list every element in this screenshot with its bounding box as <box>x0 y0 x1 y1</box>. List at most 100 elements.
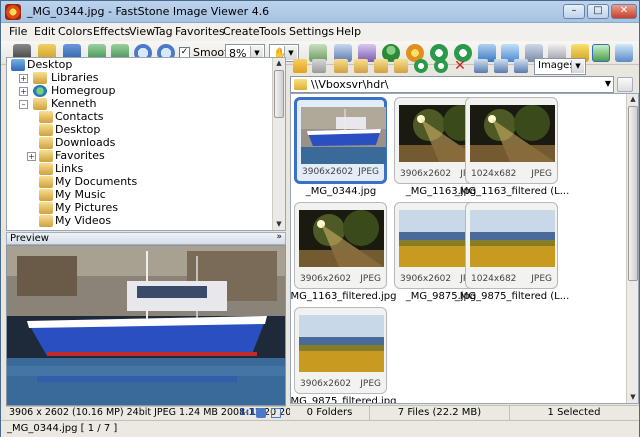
forward-arrow-icon[interactable] <box>312 59 326 73</box>
thumbnail-scroll-thumb[interactable] <box>628 106 638 281</box>
menu-settings[interactable]: Settings <box>289 25 334 38</box>
thumbnail-file-type: JPEG <box>531 274 552 284</box>
address-bar[interactable]: \\Vboxsvr\hdr\ ▼ <box>290 76 614 93</box>
refresh-icon[interactable] <box>414 59 428 73</box>
homegroup-icon <box>33 85 47 97</box>
expand-icon[interactable]: + <box>19 74 28 83</box>
thumbnail-file-type: JPEG <box>358 167 379 177</box>
desktop-icon <box>11 59 25 71</box>
image-info-bar: 3906 x 2602 (10.16 MP) 24bit JPEG 1.24 M… <box>6 406 294 419</box>
minimize-button[interactable]: – <box>563 4 585 19</box>
thumbnail-filename[interactable]: _MG_9875_filtered.jpg <box>291 396 401 403</box>
scroll-up-icon[interactable]: ▲ <box>274 58 284 69</box>
favorites-folder-icon <box>39 150 53 162</box>
actual-size-button[interactable]: 1:1 <box>239 407 256 418</box>
chevron-down-icon[interactable]: ▼ <box>571 60 584 73</box>
delete-icon[interactable]: ✕ <box>453 59 467 73</box>
file-count: 7 Files (22.2 MB) <box>370 406 510 420</box>
menu-view[interactable]: View <box>129 25 155 38</box>
folder-tree[interactable]: Desktop + Libraries + Homegroup – Kennet… <box>6 57 286 231</box>
file-filter-select[interactable]: Images ▼ <box>534 58 586 75</box>
favorite-folder-icon[interactable] <box>394 59 408 73</box>
tree-scroll-thumb[interactable] <box>274 70 284 118</box>
folder-icon <box>294 79 307 90</box>
go-button[interactable] <box>617 77 633 92</box>
thumbnail-dimensions: 3906x2602 <box>302 167 354 177</box>
menu-colors[interactable]: Colors <box>58 25 92 38</box>
thumbnail-grid[interactable]: 3906x2602JPEG_MG_0344.jpg3906x2602JPEG_M… <box>290 93 639 404</box>
parent-folder-icon[interactable] <box>334 59 348 73</box>
menu-help[interactable]: Help <box>336 25 361 38</box>
preview-boat-image <box>7 246 285 405</box>
app-window: _MG_0344.jpg - FastStone Image Viewer 4.… <box>0 0 640 437</box>
thumbnail-image <box>470 105 555 162</box>
bottom-status-bar: _MG_0344.jpg [ 1 / 7 ] <box>1 420 639 437</box>
selected-count: 1 Selected <box>547 407 601 418</box>
libraries-icon <box>33 72 47 84</box>
scroll-up-icon[interactable]: ▲ <box>628 94 638 105</box>
thumbnail-image <box>299 210 384 267</box>
thumbnail-dimensions: 1024x682 <box>471 169 517 179</box>
user-folder-icon <box>33 98 47 110</box>
browser-toolbar: ✕ Images ▼ <box>290 58 639 76</box>
thumbnail-scrollbar[interactable]: ▲ ▼ <box>626 94 638 403</box>
preview-title: Preview <box>10 233 49 244</box>
thumbnail-image <box>470 210 555 267</box>
thumbnail-card[interactable]: 3906x2602 JPEG <box>294 307 387 394</box>
title-bar[interactable]: _MG_0344.jpg - FastStone Image Viewer 4.… <box>1 1 639 23</box>
collapse-icon[interactable]: – <box>19 100 28 109</box>
back-arrow-icon[interactable] <box>293 59 307 73</box>
collapse-preview-icon[interactable]: » <box>276 232 282 242</box>
list-view-icon[interactable] <box>494 59 508 73</box>
documents-folder-icon <box>39 176 53 188</box>
menu-favorites[interactable]: Favorites <box>175 25 225 38</box>
preview-pane[interactable] <box>6 245 286 406</box>
thumbnail-dimensions: 1024x682 <box>471 274 517 284</box>
desktop-folder-icon <box>39 124 53 136</box>
thumbnail-dimensions: 3906x2602 <box>300 274 352 284</box>
faststone-app-icon[interactable] <box>5 4 21 20</box>
menu-create[interactable]: Create <box>223 25 260 38</box>
close-button[interactable]: ✕ <box>611 4 637 19</box>
scroll-down-icon[interactable]: ▼ <box>274 219 284 230</box>
links-folder-icon <box>39 163 53 175</box>
maximize-button[interactable]: □ <box>587 4 609 19</box>
menu-effects[interactable]: Effects <box>93 25 130 38</box>
chevron-down-icon[interactable]: ▼ <box>605 79 611 88</box>
thumbnail-filename[interactable]: _MG_1163_filtered (L... <box>452 186 572 197</box>
thumbnail-file-type: JPEG <box>531 169 552 179</box>
details-view-icon[interactable] <box>514 59 528 73</box>
thumbnail-card[interactable]: 3906x2602 JPEG <box>294 202 387 289</box>
videos-folder-icon <box>39 215 53 227</box>
scroll-down-icon[interactable]: ▼ <box>628 392 638 403</box>
sync-icon[interactable] <box>434 59 448 73</box>
folder-icon[interactable] <box>354 59 368 73</box>
thumbnail-dimensions: 3906x2602 <box>400 274 452 284</box>
thumbnail-card[interactable]: 1024x682 JPEG <box>465 97 558 184</box>
menu-edit[interactable]: Edit <box>34 25 55 38</box>
folder-count: 0 Folders <box>290 406 370 420</box>
menu-tools[interactable]: Tools <box>259 25 286 38</box>
thumbnail-card[interactable]: 1024x682 JPEG <box>465 202 558 289</box>
new-folder-icon[interactable] <box>374 59 388 73</box>
current-file-position: _MG_0344.jpg [ 1 / 7 ] <box>7 423 118 434</box>
thumbnail-filename[interactable]: _MG_9875_filtered (L... <box>452 291 572 302</box>
menu-file[interactable]: File <box>9 25 27 38</box>
downloads-folder-icon <box>39 137 53 149</box>
tree-scrollbar[interactable]: ▲ ▼ <box>272 58 285 230</box>
fit-window-icon[interactable] <box>256 408 266 418</box>
thumbnail-file-type: JPEG <box>360 379 381 389</box>
music-folder-icon <box>39 189 53 201</box>
thumbnail-view-icon[interactable] <box>474 59 488 73</box>
expand-icon[interactable]: + <box>19 87 28 96</box>
pictures-folder-icon <box>39 202 53 214</box>
contacts-folder-icon <box>39 111 53 123</box>
thumbnail-dimensions: 3906x2602 <box>400 169 452 179</box>
thumbnail-card[interactable]: 3906x2602 JPEG <box>294 97 387 184</box>
expand-icon[interactable]: + <box>27 152 36 161</box>
file-filter-value: Images <box>538 60 575 71</box>
menu-tag[interactable]: Tag <box>154 25 173 38</box>
thumbnail-image <box>301 107 386 164</box>
address-path: \\Vboxsvr\hdr\ <box>311 78 389 91</box>
full-size-icon[interactable] <box>271 408 281 418</box>
